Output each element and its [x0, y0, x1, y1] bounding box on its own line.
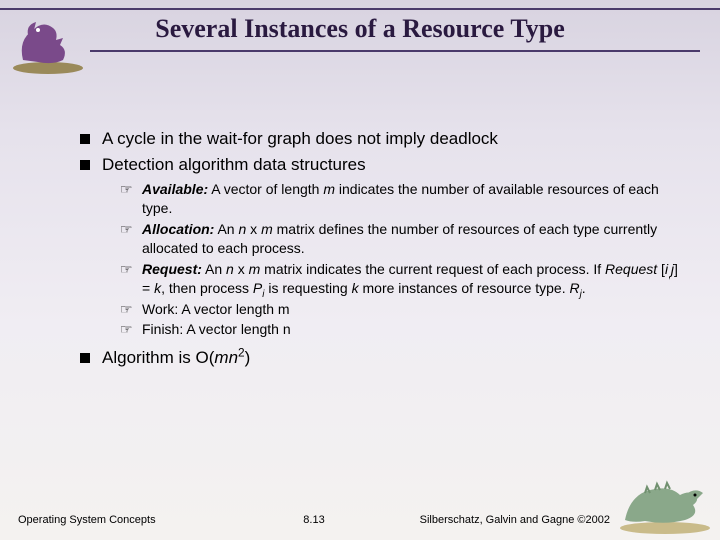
- slide: Several Instances of a Resource Type A c…: [0, 0, 720, 540]
- dino-right-image: [615, 465, 715, 535]
- slide-title: Several Instances of a Resource Type: [0, 14, 720, 44]
- pointer-icon: ☞: [120, 220, 134, 239]
- bullet-3-text: Algorithm is O(mn2): [102, 347, 250, 369]
- pointer-icon: ☞: [120, 300, 134, 319]
- sub-3-text: Request: An n x m matrix indicates the c…: [142, 260, 680, 298]
- footer: Operating System Concepts 8.13 Silbersch…: [18, 514, 610, 526]
- bullet-3: Algorithm is O(mn2): [80, 347, 680, 369]
- sub-1-text: Available: A vector of length m indicate…: [142, 180, 680, 218]
- sub-4-text: Work: A vector length m: [142, 300, 680, 319]
- sub-bullet-2: ☞ Allocation: An n x m matrix defines th…: [120, 220, 680, 258]
- sub-bullet-4: ☞ Work: A vector length m: [120, 300, 680, 319]
- footer-page-number: 8.13: [303, 514, 324, 526]
- bullet-1: A cycle in the wait-for graph does not i…: [80, 128, 680, 150]
- pointer-icon: ☞: [120, 320, 134, 339]
- sub-bullet-1: ☞ Available: A vector of length m indica…: [120, 180, 680, 218]
- bullet-2-text: Detection algorithm data structures: [102, 154, 366, 176]
- bullet-2: Detection algorithm data structures: [80, 154, 680, 176]
- content-area: A cycle in the wait-for graph does not i…: [80, 128, 680, 373]
- title-underline: [90, 50, 700, 52]
- sub-5-text: Finish: A vector length n: [142, 320, 680, 339]
- top-rule: [0, 8, 720, 10]
- footer-left: Operating System Concepts: [18, 514, 156, 526]
- square-bullet-icon: [80, 353, 90, 363]
- square-bullet-icon: [80, 160, 90, 170]
- square-bullet-icon: [80, 134, 90, 144]
- sub-bullet-3: ☞ Request: An n x m matrix indicates the…: [120, 260, 680, 298]
- footer-right: Silberschatz, Galvin and Gagne ©2002: [420, 514, 610, 526]
- bullet-1-text: A cycle in the wait-for graph does not i…: [102, 128, 498, 150]
- sub-bullet-5: ☞ Finish: A vector length n: [120, 320, 680, 339]
- sub-2-text: Allocation: An n x m matrix defines the …: [142, 220, 680, 258]
- pointer-icon: ☞: [120, 260, 134, 279]
- pointer-icon: ☞: [120, 180, 134, 199]
